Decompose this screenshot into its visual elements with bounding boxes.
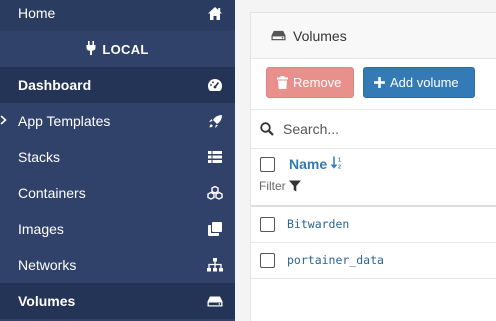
sidebar-item-label: Dashboard xyxy=(18,77,92,93)
sidebar-item-label: Images xyxy=(18,221,64,237)
sidebar-item-images[interactable]: Images xyxy=(0,211,235,247)
select-all-checkbox[interactable] xyxy=(260,157,275,172)
remove-button[interactable]: Remove xyxy=(266,67,354,98)
row-checkbox[interactable] xyxy=(260,253,275,268)
endpoint-name: LOCAL xyxy=(102,41,149,57)
sidebar-item-label: Home xyxy=(18,5,56,21)
plus-icon xyxy=(374,77,385,88)
filter-icon xyxy=(288,180,301,192)
clone-icon xyxy=(195,222,235,236)
add-volume-label: Add volume xyxy=(390,75,459,90)
svg-text:1: 1 xyxy=(338,158,341,164)
table-header: Name 12 Filter xyxy=(251,149,496,207)
sidebar-item-label: Networks xyxy=(18,257,77,273)
plug-icon xyxy=(86,40,96,58)
tachometer-icon xyxy=(195,78,235,92)
search-icon xyxy=(260,122,274,136)
search-input[interactable]: Search... xyxy=(283,121,339,137)
sidebar-item-networks[interactable]: Networks xyxy=(0,247,235,283)
sidebar-item-label: Stacks xyxy=(18,149,61,165)
cubes-icon xyxy=(195,186,235,200)
sidebar-item-volumes[interactable]: Volumes xyxy=(0,283,235,319)
row-checkbox[interactable] xyxy=(260,217,275,232)
sidebar-item-app-templates[interactable]: App Templates xyxy=(0,103,235,139)
volume-name-link[interactable]: Bitwarden xyxy=(287,217,349,231)
trash-icon xyxy=(277,76,288,89)
main-content: Volumes Remove Add volume Search... Name… xyxy=(235,0,496,321)
panel-header: Volumes xyxy=(251,13,496,59)
action-buttons: Remove Add volume xyxy=(266,67,475,98)
sidebar-item-label: Volumes xyxy=(18,293,76,309)
rocket-icon xyxy=(195,114,235,129)
add-volume-button[interactable]: Add volume xyxy=(363,67,475,98)
search-bar[interactable]: Search... xyxy=(251,109,496,149)
endpoint-label: LOCAL xyxy=(0,32,235,66)
hdd-icon xyxy=(195,296,235,307)
name-header-label: Name xyxy=(289,156,328,172)
sitemap-icon xyxy=(195,258,235,272)
panel-title: Volumes xyxy=(293,27,347,44)
home-icon xyxy=(195,6,235,21)
filter-toggle[interactable]: Filter xyxy=(259,179,301,193)
table-row: portainer_data xyxy=(251,243,496,279)
sidebar: Home LOCAL Dashboard App Templates Stack… xyxy=(0,0,235,321)
volume-name-link[interactable]: portainer_data xyxy=(287,253,384,267)
table-row: Bitwarden xyxy=(251,207,496,243)
svg-text:2: 2 xyxy=(338,165,341,170)
sidebar-item-dashboard[interactable]: Dashboard xyxy=(0,67,235,103)
sidebar-item-label: App Templates xyxy=(18,113,111,129)
remove-label: Remove xyxy=(293,75,342,90)
sidebar-item-home[interactable]: Home xyxy=(0,0,235,31)
list-icon xyxy=(195,151,235,163)
sidebar-item-label: Containers xyxy=(18,185,86,201)
volumes-panel: Volumes Remove Add volume Search... Name… xyxy=(250,12,496,321)
sidebar-item-stacks[interactable]: Stacks xyxy=(0,139,235,175)
sort-alpha-icon: 12 xyxy=(331,156,344,172)
hdd-icon xyxy=(271,30,286,41)
filter-label: Filter xyxy=(259,179,286,193)
sidebar-item-containers[interactable]: Containers xyxy=(0,175,235,211)
name-column-header[interactable]: Name 12 xyxy=(289,156,344,172)
